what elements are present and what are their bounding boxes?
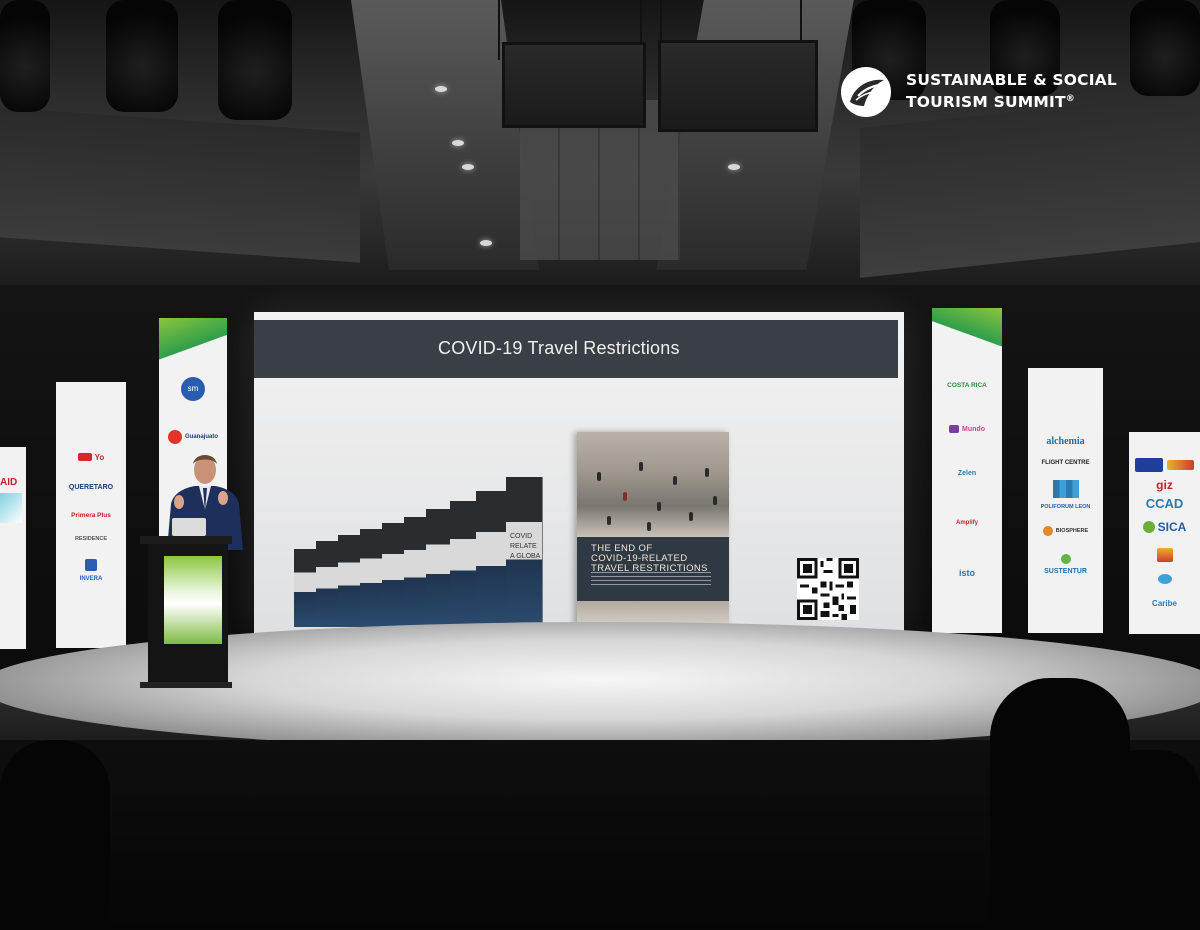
stage-light-fixture (1130, 0, 1200, 96)
cover-photo (577, 432, 729, 537)
sponsor-logo: SUSTENTUR (1044, 567, 1087, 575)
qr-code-icon (797, 558, 859, 620)
sponsor-logo: RESIDENCE (74, 536, 108, 542)
stack-book-label: RELATE (510, 543, 537, 550)
sponsor-logo: FLIGHT CENTRE (1041, 460, 1090, 466)
stage-light-fixture (0, 0, 50, 112)
registered-mark: ® (1065, 94, 1075, 105)
report-title: THE END OF COVID-19-RELATED TRAVEL RESTR… (591, 543, 708, 574)
sponsor-logo: INVERA (79, 576, 103, 582)
banner-label: AID (0, 477, 18, 488)
book-stack-graphic: COVID RELATE A GLOBA (294, 447, 584, 627)
brand-logo: SUSTAINABLE & SOCIAL TOURISM SUMMIT® (840, 66, 1117, 118)
ceiling (0, 0, 1200, 290)
slide-header: COVID-19 Travel Restrictions (254, 320, 898, 378)
sponsor-logo: BIOSPHERE (1055, 528, 1089, 534)
podium-logo-panel (164, 556, 222, 644)
event-photo: SUSTAINABLE & SOCIAL TOURISM SUMMIT® AID… (0, 0, 1200, 930)
sponsor-logo: Mundo (962, 425, 985, 433)
stack-book-label: COVID (510, 533, 533, 540)
audience-area (0, 678, 1200, 930)
sponsor-banner-left-inner: Yo QUERETARO Primera Plus RESIDENCE INVE… (56, 382, 126, 648)
projector (502, 42, 646, 128)
stage-light-fixture (106, 0, 178, 112)
brand-line-1: SUSTAINABLE & SOCIAL (906, 71, 1117, 90)
laptop (172, 518, 206, 536)
sponsor-banner-right-outer: giz CCAD SICA Caribe (1129, 432, 1200, 634)
sponsor-banner-left-outer: AID (0, 447, 26, 649)
sponsor-banner-right-inner: alchemia FLIGHT CENTRE POLIFORUM LEON BI… (1028, 368, 1103, 633)
slide-title: COVID-19 Travel Restrictions (438, 338, 680, 358)
sponsor-logo: CCAD (1145, 495, 1184, 511)
sponsor-logo: Yo (94, 452, 105, 462)
brand-line-2: TOURISM SUMMIT® (906, 93, 1075, 112)
sponsor-logo: Zelen (957, 469, 977, 477)
stage-light-fixture (218, 0, 292, 120)
sponsor-logo: Caribe (1152, 598, 1177, 608)
projection-screen: COVID-19 Travel Restrictions COVID RELAT… (254, 312, 904, 636)
sponsor-logo: sm (181, 377, 205, 401)
sponsor-logo: Primera Plus (71, 511, 111, 519)
sponsor-logo: QUERETARO (68, 483, 114, 491)
leaf-logo-icon (841, 67, 891, 117)
report-cover: THE END OF COVID-19-RELATED TRAVEL RESTR… (577, 432, 729, 626)
projector (658, 40, 818, 132)
sponsor-logo: isto (958, 568, 975, 578)
sponsor-logo: giz (1156, 478, 1173, 492)
sponsor-logo: COSTA RICA (947, 381, 987, 389)
sponsor-logo: Amplify (955, 520, 978, 526)
sponsor-logo: alchemia (1046, 435, 1085, 447)
stack-book-label: A GLOBA (510, 553, 541, 560)
sponsor-banner-right-tall: COSTA RICA Mundo Zelen Amplify isto (932, 308, 1002, 633)
sponsor-logo: POLIFORUM LEON (1040, 504, 1091, 510)
sponsor-logo: Guanajuato (184, 434, 218, 440)
sponsor-logo: SICA (1157, 520, 1187, 534)
brand-name: SUSTAINABLE & SOCIAL TOURISM SUMMIT® (906, 71, 1117, 112)
podium (140, 536, 232, 688)
